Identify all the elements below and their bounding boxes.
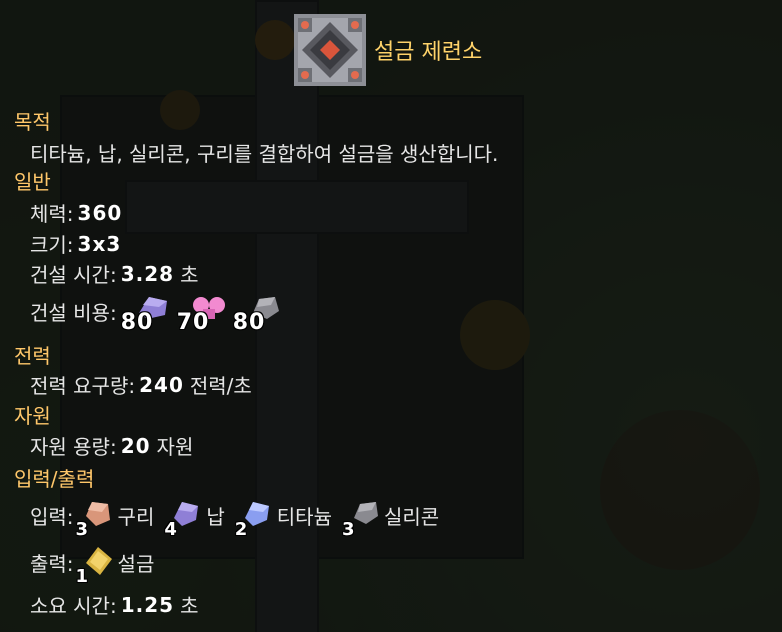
size-label: 크기: (30, 233, 74, 257)
health-label: 체력: (30, 202, 74, 226)
size-value: 3x3 (77, 231, 122, 256)
block-info-tooltip: 설금 제련소 목적 티타늄, 납, 실리콘, 구리를 결합하여 설금을 생산합니… (0, 0, 782, 632)
input-name: 실리콘 (383, 504, 440, 529)
build-time-label: 건설 시간: (30, 263, 117, 287)
input-name: 납 (206, 504, 225, 529)
power-usage-unit: 전력/초 (189, 374, 252, 398)
smelter-icon (294, 14, 366, 86)
build-cost-row: 건설 비용: 80 70 80 (30, 293, 289, 335)
purpose-text: 티타늄, 납, 실리콘, 구리를 결합하여 설금을 생산합니다. (30, 138, 498, 167)
craft-time-label: 소요 시간: (30, 594, 117, 618)
input-titanium: 2 (235, 498, 275, 540)
io-heading: 입력/출력 (14, 467, 95, 491)
craft-time-row: 소요 시간: 1.25 초 (30, 590, 198, 619)
cost-amount: 80 (232, 310, 266, 335)
input-row: 입력: 3 구리 4 납 2 티타늄 3 실리콘 (30, 498, 447, 540)
build-time-row: 건설 시간: 3.28 초 (30, 259, 198, 288)
cost-amount: 70 (176, 310, 210, 335)
build-time-unit: 초 (180, 263, 199, 287)
input-name: 구리 (117, 504, 155, 529)
item-capacity-unit: 자원 (156, 435, 194, 459)
input-label: 입력: (30, 504, 74, 529)
input-silicon: 3 (342, 498, 382, 540)
output-row: 출력: 1 설금 (30, 545, 162, 587)
build-cost-list: 80 70 80 (121, 293, 289, 335)
output-surge-alloy: 1 (76, 545, 116, 587)
craft-time-unit: 초 (180, 594, 199, 618)
input-count: 4 (164, 519, 177, 540)
general-heading: 일반 (14, 170, 51, 194)
cost-item-lead: 80 (121, 293, 177, 335)
purpose-heading: 목적 (14, 110, 51, 134)
cost-item-silicon: 80 (233, 293, 289, 335)
health-value: 360 (77, 200, 123, 225)
power-heading: 전력 (14, 344, 51, 368)
building-title: 설금 제련소 (374, 40, 483, 65)
cost-amount: 80 (120, 310, 154, 335)
tooltip-header: 설금 제련소 (294, 14, 482, 86)
input-name: 티타늄 (276, 504, 332, 529)
power-usage-label: 전력 요구량: (30, 374, 136, 398)
input-lead: 4 (164, 498, 204, 540)
item-capacity-label: 자원 용량: (30, 435, 117, 459)
build-cost-label: 건설 비용: (30, 300, 117, 325)
craft-time-value: 1.25 (120, 592, 175, 617)
cost-item-pink: 70 (177, 293, 233, 335)
purpose-description: 티타늄, 납, 실리콘, 구리를 결합하여 설금을 생산합니다. (30, 142, 499, 166)
output-label: 출력: (30, 551, 74, 576)
input-count: 3 (341, 519, 355, 540)
power-usage-value: 240 (139, 372, 184, 397)
input-count: 2 (234, 519, 248, 540)
item-capacity-value: 20 (120, 433, 151, 458)
input-count: 3 (75, 519, 89, 540)
power-usage-row: 전력 요구량: 240 전력/초 (30, 370, 252, 399)
output-name: 설금 (117, 551, 155, 576)
item-capacity-row: 자원 용량: 20 자원 (30, 431, 193, 460)
output-count: 1 (75, 566, 89, 587)
build-time-value: 3.28 (120, 261, 175, 286)
input-copper: 3 (76, 498, 116, 540)
items-heading: 자원 (14, 404, 51, 428)
health-row: 체력: 360 (30, 198, 122, 227)
size-row: 크기: 3x3 (30, 229, 121, 258)
